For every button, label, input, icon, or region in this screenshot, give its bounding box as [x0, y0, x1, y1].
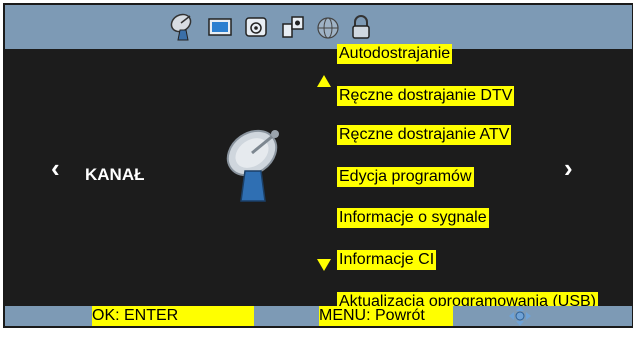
menu-category-bar	[5, 5, 632, 49]
tv-menu-screen: ‹ KANAŁ › Autodostrajanie Ręczne dostraj…	[3, 3, 633, 328]
menu-item-program-edit[interactable]: Edycja programów	[337, 167, 474, 187]
ok-hint: OK: ENTER	[92, 306, 254, 326]
menu-item-ci-info[interactable]: Informacje CI	[337, 250, 437, 270]
scroll-up-icon[interactable]	[317, 75, 331, 87]
scroll-down-icon[interactable]	[317, 259, 331, 271]
menu-item-autotune[interactable]: Autodostrajanie	[337, 44, 453, 64]
menu-item-manual-atv[interactable]: Ręczne dostrajanie ATV	[337, 125, 512, 145]
nav-right-arrow[interactable]: ›	[564, 155, 573, 181]
menu-item-signal-info[interactable]: Informacje o sygnale	[337, 208, 489, 228]
satellite-dish-icon[interactable]	[168, 12, 198, 42]
dpad-icon	[507, 306, 533, 326]
settings-icon[interactable]	[278, 12, 308, 42]
satellite-dish-icon	[219, 125, 289, 205]
footer-bar: OK: ENTER MENU: Powrót	[5, 306, 632, 326]
picture-icon[interactable]	[205, 12, 235, 42]
nav-left-arrow[interactable]: ‹	[51, 155, 60, 181]
menu-hint: MENU: Powrót	[319, 306, 453, 326]
lock-icon[interactable]	[345, 12, 375, 42]
globe-icon[interactable]	[313, 12, 343, 42]
sound-icon[interactable]	[241, 12, 271, 42]
menu-item-manual-dtv[interactable]: Ręczne dostrajanie DTV	[337, 86, 515, 106]
section-label: KANAŁ	[85, 165, 145, 184]
